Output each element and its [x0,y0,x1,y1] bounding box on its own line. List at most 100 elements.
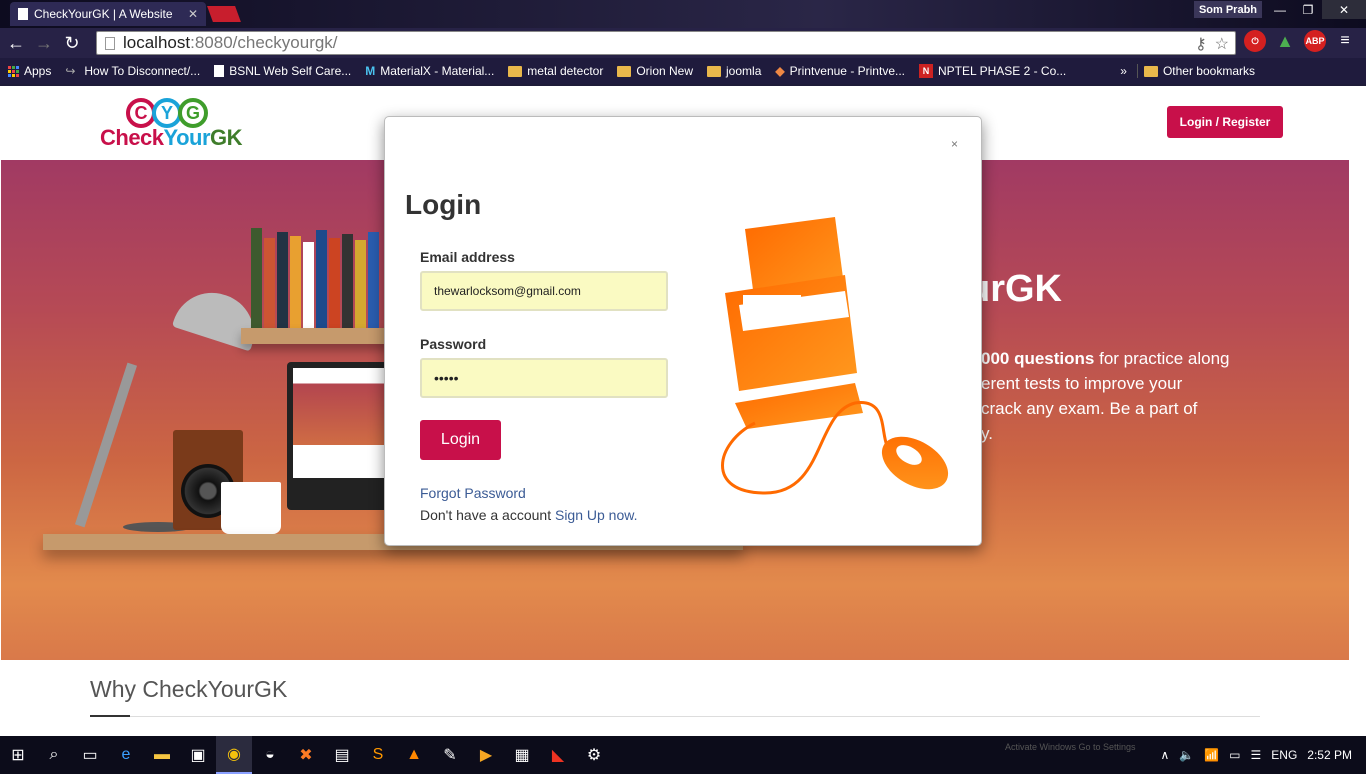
extensions: ⏻ ▲ ABP ≡ [1244,30,1356,52]
lamp-arm [74,362,138,528]
adblock-icon[interactable]: ABP [1304,30,1326,52]
materialx-icon: M [365,64,376,78]
profile-button[interactable]: Som Prabh [1194,1,1262,18]
login-modal: × Login Email address thewarlocksom@gmai… [384,116,982,546]
web-page: C Y G CheckYourGK Login / Register urGK … [0,86,1366,736]
tab-active[interactable]: CheckYourGK | A Website ✕ [10,2,206,26]
star-icon[interactable]: ☆ [1215,34,1229,54]
forward-icon[interactable]: → [32,31,56,55]
bookmark-label: How To Disconnect/... [84,64,201,78]
url-path: :8080/checkyourgk/ [190,33,338,52]
forgot-password-link[interactable]: Forgot Password [420,485,526,501]
bookmark-label: Orion New [636,64,694,78]
app-icon[interactable]: ◒ [252,736,288,774]
bookmark-apps[interactable]: Apps [8,64,51,78]
nptel-icon: N [919,64,933,78]
drive-icon[interactable]: ▲ [1274,30,1296,52]
reload-icon[interactable]: ↻ [60,31,84,55]
clock[interactable]: 2:52 PM [1307,748,1352,762]
bookmark-nptel[interactable]: N NPTEL PHASE 2 - Co... [919,64,1066,78]
logo-text-check: Check [100,125,164,150]
bookshelf-books [251,220,386,328]
edge-icon[interactable]: e [108,736,144,774]
bookmark-printvenue[interactable]: ◆ Printvenue - Printve... [775,64,905,78]
new-tab-button[interactable] [207,6,241,22]
bookmark-label: BSNL Web Self Care... [229,64,352,78]
vlc-icon[interactable]: ▲ [396,736,432,774]
xampp-icon[interactable]: ✖ [288,736,324,774]
email-field[interactable]: thewarlocksom@gmail.com [420,271,668,311]
folder-icon [707,65,722,77]
tab-bar: CheckYourGK | A Website ✕ Som Prabh — ❐ … [0,0,1366,28]
bookmarks-overflow-icon[interactable]: » [1120,64,1127,78]
why-heading: Why CheckYourGK [90,676,288,702]
terminal-icon[interactable]: ▦ [504,736,540,774]
search-icon[interactable]: ⌕ [36,736,72,774]
bookmark-label: joomla [726,64,762,78]
hero-text-line2: erent tests to improve your [981,374,1183,393]
section-divider [90,715,1260,717]
notepad-icon[interactable]: ▤ [324,736,360,774]
site-logo[interactable]: C Y G CheckYourGK [100,98,243,151]
bookmark-metal-detector[interactable]: metal detector [508,64,603,78]
acrobat-icon[interactable]: ◣ [540,736,576,774]
power-extension-icon[interactable]: ⏻ [1244,30,1266,52]
page-icon [214,65,225,77]
bookmark-label: MaterialX - Material... [380,64,495,78]
bookmark-label: NPTEL PHASE 2 - Co... [938,64,1067,78]
windows-start-icon[interactable]: ⊞ [0,736,36,774]
file-explorer-icon[interactable]: ▬ [144,736,180,774]
folder-icon [508,65,523,77]
page-icon [18,8,28,20]
sublime-icon[interactable]: S [360,736,396,774]
chrome-taskbar-icon[interactable]: ◉ [216,736,252,774]
menu-icon[interactable]: ≡ [1334,30,1356,52]
bookmark-how-to-disconnect[interactable]: ↪ How To Disconnect/... [65,64,200,78]
network-icon[interactable]: 📶 [1204,748,1219,762]
bookmark-materialx[interactable]: M MaterialX - Material... [365,64,494,78]
task-view-icon[interactable]: ▭ [72,736,108,774]
login-register-button[interactable]: Login / Register [1167,106,1283,138]
chevron-up-icon[interactable]: ∧ [1160,748,1169,762]
folder-icon [617,65,632,77]
bookmark-label: metal detector [527,64,604,78]
login-submit-button[interactable]: Login [420,420,501,460]
minimize-icon[interactable]: — [1266,0,1294,19]
logo-text-gk: GK [210,125,243,150]
battery-icon[interactable]: ▭ [1229,748,1240,762]
close-icon[interactable]: × [951,137,958,151]
signup-link[interactable]: Sign Up now. [555,507,638,523]
mug-illustration [221,482,281,534]
modal-title: Login [405,189,482,220]
media-player-icon[interactable]: ▶ [468,736,504,774]
logo-text-your: Your [163,125,211,150]
settings-icon[interactable]: ⚙ [576,736,612,774]
key-icon[interactable]: ⚷ [1195,34,1207,54]
bookmark-joomla[interactable]: joomla [707,64,761,78]
language-indicator[interactable]: ENG [1271,748,1297,762]
hero-text-line1: for practice along [1094,349,1230,368]
notification-icon[interactable]: ☰ [1251,748,1262,762]
close-tab-icon[interactable]: ✕ [188,7,198,21]
bookmark-bsnl[interactable]: BSNL Web Self Care... [214,64,351,78]
maximize-icon[interactable]: ❐ [1294,0,1322,19]
hero-text-line3: crack any exam. Be a part of [981,399,1198,418]
signup-prompt: Don't have a account Sign Up now. [420,507,637,523]
close-window-icon[interactable]: ✕ [1322,0,1366,19]
windows-taskbar: ⊞ ⌕ ▭ e ▬ ▣ ◉ ◒ ✖ ▤ S ▲ ✎ ▶ ▦ ◣ ⚙ Activa… [0,736,1366,774]
bookmark-orion-new[interactable]: Orion New [617,64,693,78]
volume-icon[interactable]: 🔈 [1179,748,1194,762]
url-host: localhost [123,33,191,52]
logo-circles: C Y G [126,98,242,128]
hero-text-line4: y. [981,424,993,443]
store-icon[interactable]: ▣ [180,736,216,774]
address-bar[interactable]: localhost:8080/checkyourgk/ ⚷ ☆ [96,31,1236,55]
window-controls: — ❐ ✕ [1266,0,1366,19]
paint-icon[interactable]: ✎ [432,736,468,774]
link-icon: ↪ [65,64,76,78]
other-bookmarks[interactable]: Other bookmarks [1136,64,1255,78]
back-icon[interactable]: ← [4,31,28,55]
password-field[interactable]: ••••• [420,358,668,398]
bookmark-label: Apps [24,64,52,78]
folder-icon [1143,65,1158,77]
